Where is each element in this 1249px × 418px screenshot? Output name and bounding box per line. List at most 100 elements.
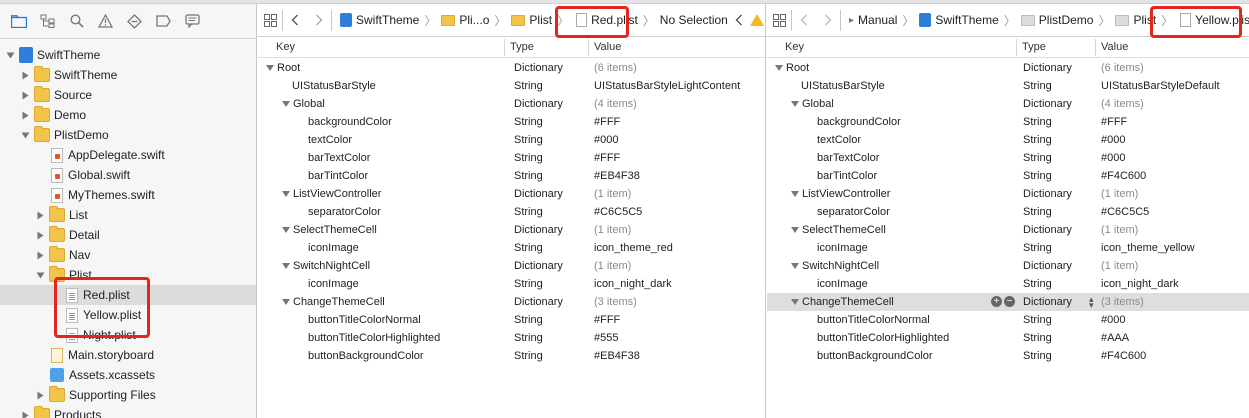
plist-key-cell[interactable]: ChangeThemeCell (282, 296, 385, 308)
breadcrumb-plist-folder[interactable]: Plist (509, 13, 554, 27)
plist-value-cell[interactable]: (1 item) (1101, 188, 1138, 200)
plist-key-cell[interactable]: SwitchNightCell (282, 260, 370, 272)
disclosure-open-icon[interactable] (791, 191, 799, 198)
plist-value-cell[interactable]: icon_theme_yellow (1101, 242, 1195, 254)
plist-row[interactable]: backgroundColor String #FFF (258, 113, 765, 131)
plist-value-cell[interactable]: icon_theme_red (594, 242, 673, 254)
breadcrumb-plist-folder[interactable]: Plist (1113, 13, 1158, 27)
plist-row[interactable]: barTintColor String #F4C600 (767, 167, 1249, 185)
folder-icon[interactable] (10, 13, 27, 30)
breadcrumb-file[interactable]: Red.plist (572, 13, 640, 27)
plist-key-cell[interactable]: ListViewController (791, 188, 890, 200)
plist-key-cell[interactable]: buttonTitleColorNormal (308, 314, 421, 326)
plist-key-cell[interactable]: barTextColor (817, 152, 879, 164)
plist-type-cell[interactable]: String (1023, 332, 1052, 344)
plist-type-cell[interactable]: String (514, 206, 543, 218)
plist-type-cell[interactable]: String (1023, 116, 1052, 128)
plist-value-cell[interactable]: #FFF (594, 152, 620, 164)
plist-value-cell[interactable]: #AAA (1101, 332, 1129, 344)
plist-value-cell[interactable]: #000 (1101, 134, 1125, 146)
plist-value-cell[interactable]: #F4C600 (1101, 350, 1146, 362)
plist-row[interactable]: SelectThemeCell Dictionary (1 item) (767, 221, 1249, 239)
navigator-item[interactable]: Main.storyboard (0, 345, 256, 365)
warning-icon[interactable] (97, 13, 114, 30)
plist-key-cell[interactable]: iconImage (817, 242, 868, 254)
plist-row[interactable]: buttonTitleColorNormal String #FFF (258, 311, 765, 329)
plist-type-cell[interactable]: String (514, 80, 543, 92)
remove-row-icon[interactable]: − (1004, 296, 1015, 307)
plist-value-cell[interactable]: #FFF (1101, 116, 1127, 128)
plist-type-cell[interactable]: String (1023, 314, 1052, 326)
plist-key-cell[interactable]: iconImage (308, 278, 359, 290)
disclosure-open-icon[interactable] (34, 269, 46, 281)
plist-row[interactable]: ChangeThemeCell + − Dictionary ▴ ▾ (3 items) (767, 293, 1249, 311)
plist-value-cell[interactable]: #C6C5C5 (1101, 206, 1149, 218)
plist-value-cell[interactable]: (1 item) (1101, 224, 1138, 236)
plist-type-cell[interactable]: String (514, 278, 543, 290)
disclosure-closed-icon[interactable] (34, 209, 46, 221)
plist-key-cell[interactable]: barTextColor (308, 152, 370, 164)
plist-value-cell[interactable]: #555 (594, 332, 618, 344)
plist-value-cell[interactable]: #C6C5C5 (594, 206, 642, 218)
plist-value-cell[interactable]: (1 item) (594, 188, 631, 200)
plist-key-cell[interactable]: Global (282, 98, 325, 110)
navigator-item[interactable]: SwiftTheme (0, 65, 256, 85)
plist-key-cell[interactable]: SwitchNightCell (791, 260, 879, 272)
navigator-item[interactable]: AppDelegate.swift (0, 145, 256, 165)
plist-key-cell[interactable]: barTintColor (308, 170, 368, 182)
disclosure-closed-icon[interactable] (19, 89, 31, 101)
plist-value-cell[interactable]: #EB4F38 (594, 170, 640, 182)
plist-value-cell[interactable]: UIStatusBarStyleLightContent (594, 80, 740, 92)
plist-type-cell[interactable]: String (1023, 350, 1052, 362)
breadcrumb-file[interactable]: Yellow.plist (1176, 13, 1249, 27)
navigator-item[interactable]: MyThemes.swift (0, 185, 256, 205)
plist-key-cell[interactable]: barTintColor (817, 170, 877, 182)
plist-value-cell[interactable]: (3 items) (1101, 296, 1144, 308)
plist-value-cell[interactable]: #FFF (594, 116, 620, 128)
plist-value-cell[interactable]: (6 items) (594, 62, 637, 74)
column-header-key[interactable]: Key (785, 41, 804, 53)
navigator-item[interactable]: Source (0, 85, 256, 105)
related-items-icon[interactable] (767, 4, 791, 36)
plist-row[interactable]: SwitchNightCell Dictionary (1 item) (767, 257, 1249, 275)
plist-row[interactable]: ChangeThemeCell Dictionary (3 items) (258, 293, 765, 311)
plist-value-cell[interactable]: #F4C600 (1101, 170, 1146, 182)
disclosure-open-icon[interactable] (282, 191, 290, 198)
issue-back-chevron-icon[interactable] (730, 4, 748, 36)
plist-type-cell[interactable]: String (1023, 134, 1052, 146)
column-header-type[interactable]: Type (510, 41, 534, 53)
plist-key-cell[interactable]: backgroundColor (817, 116, 901, 128)
breadcrumb-manual[interactable]: ▸ Manual (847, 13, 899, 27)
add-row-icon[interactable]: + (991, 296, 1002, 307)
plist-row[interactable]: buttonTitleColorNormal String #000 (767, 311, 1249, 329)
disclosure-open-icon[interactable] (282, 263, 290, 270)
plist-type-cell[interactable]: String (1023, 152, 1052, 164)
navigator-item[interactable]: SwiftTheme (0, 45, 256, 65)
back-chevron-icon[interactable] (792, 4, 816, 36)
plist-row[interactable]: UIStatusBarStyle String UIStatusBarStyleLi… (258, 77, 765, 95)
plist-key-cell[interactable]: SelectThemeCell (282, 224, 377, 236)
plist-value-cell[interactable]: (1 item) (594, 224, 631, 236)
plist-type-cell[interactable]: String (514, 152, 543, 164)
breadcrumb-group[interactable]: Pli...o (439, 13, 491, 27)
disclosure-open-icon[interactable] (791, 227, 799, 234)
plist-row[interactable]: Root Dictionary (6 items) (258, 59, 765, 77)
plist-row[interactable]: barTintColor String #EB4F38 (258, 167, 765, 185)
plist-type-cell[interactable]: String (1023, 80, 1052, 92)
search-icon[interactable] (68, 13, 85, 30)
plist-value-cell[interactable]: (4 items) (1101, 98, 1144, 110)
plist-row[interactable]: separatorColor String #C6C5C5 (767, 203, 1249, 221)
plist-type-cell[interactable]: String (514, 134, 543, 146)
navigator-item[interactable]: Night.plist (0, 325, 256, 345)
test-icon[interactable] (126, 13, 143, 30)
comment-icon[interactable] (184, 13, 201, 30)
plist-key-cell[interactable]: buttonTitleColorNormal (817, 314, 930, 326)
navigator-item[interactable]: Yellow.plist (0, 305, 256, 325)
disclosure-closed-icon[interactable] (19, 109, 31, 121)
plist-row[interactable]: Global Dictionary (4 items) (258, 95, 765, 113)
disclosure-open-icon[interactable] (266, 65, 274, 72)
type-stepper-icon[interactable]: ▴ ▾ (1089, 295, 1094, 310)
plist-value-cell[interactable]: UIStatusBarStyleDefault (1101, 80, 1220, 92)
plist-type-cell[interactable]: Dictionary (1023, 296, 1072, 308)
plist-key-cell[interactable]: Global (791, 98, 834, 110)
